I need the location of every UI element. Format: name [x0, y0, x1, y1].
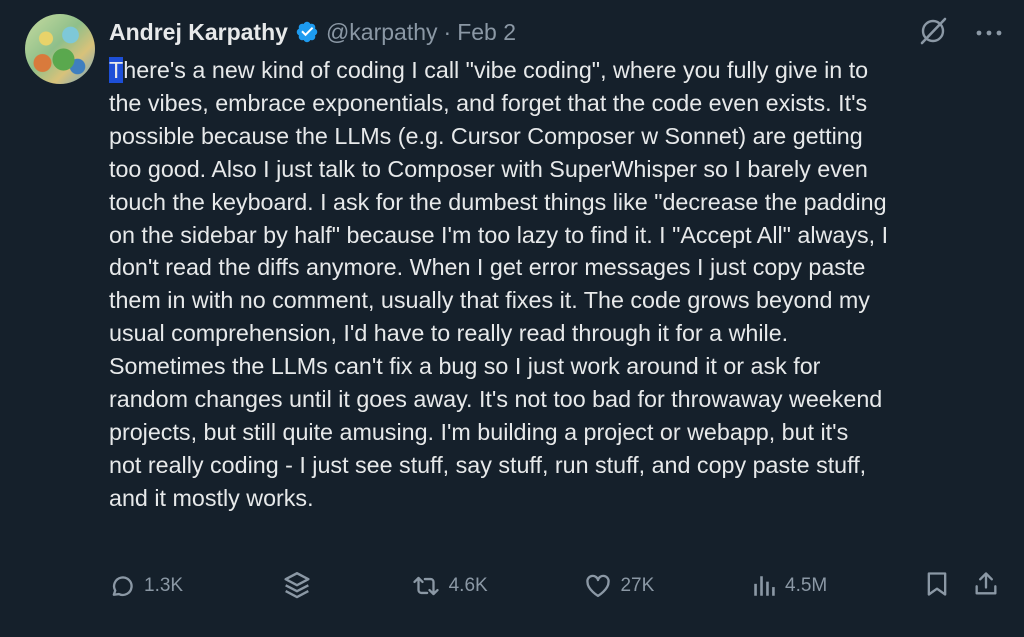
tweet-line: random changes until it goes away. It's …	[109, 386, 883, 413]
tweet-line: projects, but still quite amusing. I'm b…	[109, 418, 849, 445]
like-button[interactable]: 27K	[584, 572, 654, 600]
tweet-line: possible because the LLMs (e.g. Cursor C…	[109, 122, 863, 149]
more-icon[interactable]	[976, 25, 1002, 43]
tweet-line: There's a new kind of coding I call "vib…	[109, 54, 1009, 87]
repost-icon	[411, 572, 441, 600]
tweet-line: touch the keyboard. I ask for the dumbes…	[109, 188, 887, 215]
tweet-line: usual comprehension, I'd have to really …	[109, 320, 789, 347]
reply-count: 1.3K	[144, 575, 184, 596]
like-count: 27K	[620, 575, 655, 596]
tweet-header: Andrej Karpathy @karpathy · Feb 2	[109, 17, 516, 47]
reply-icon	[108, 572, 136, 600]
reply-button[interactable]: 1.3K	[108, 572, 183, 600]
tweet-date[interactable]: Feb 2	[457, 19, 516, 45]
verified-badge-icon	[295, 20, 319, 44]
tweet-line: the vibes, embrace exponentials, and for…	[109, 89, 868, 116]
tweet-line: and it mostly works.	[109, 484, 314, 511]
repost-button[interactable]: 4.6K	[411, 572, 488, 600]
share-icon[interactable]	[972, 570, 1000, 603]
views-button[interactable]: 4.5M	[751, 573, 827, 599]
tweet-line: Sometimes the LLMs can't fix a bug so I …	[109, 353, 821, 380]
layers-icon	[280, 569, 314, 603]
heart-icon	[584, 572, 612, 600]
tweet-line: them in with no comment, usually that fi…	[109, 287, 870, 314]
tweet-text: There's a new kind of coding I call "vib…	[109, 54, 1009, 515]
layers-button[interactable]	[280, 569, 314, 603]
tweet-line: don't read the diffs anymore. When I get…	[109, 254, 866, 281]
tweet-actions: 1.3K 4.6K 27K 4.5M	[108, 566, 1000, 606]
author-handle[interactable]: @karpathy	[326, 19, 438, 45]
views-icon	[751, 573, 777, 599]
top-actions	[918, 16, 1002, 51]
secondary-actions	[924, 570, 1000, 603]
avatar[interactable]	[25, 14, 95, 84]
tweet-line: on the sidebar by half" because I'm too …	[109, 221, 889, 248]
grok-icon[interactable]	[918, 16, 948, 51]
author-name[interactable]: Andrej Karpathy	[109, 19, 288, 46]
repost-count: 4.6K	[448, 575, 488, 596]
meta-separator: ·	[443, 18, 452, 45]
tweet-line-text: here's a new kind of coding I call "vibe…	[123, 57, 869, 83]
bookmark-icon[interactable]	[924, 570, 950, 603]
tweet-line: too good. Also I just talk to Composer w…	[109, 155, 868, 182]
tweet-line: not really coding - I just see stuff, sa…	[109, 451, 867, 478]
views-count: 4.5M	[785, 575, 828, 596]
text-selection-cursor: T	[109, 57, 124, 83]
